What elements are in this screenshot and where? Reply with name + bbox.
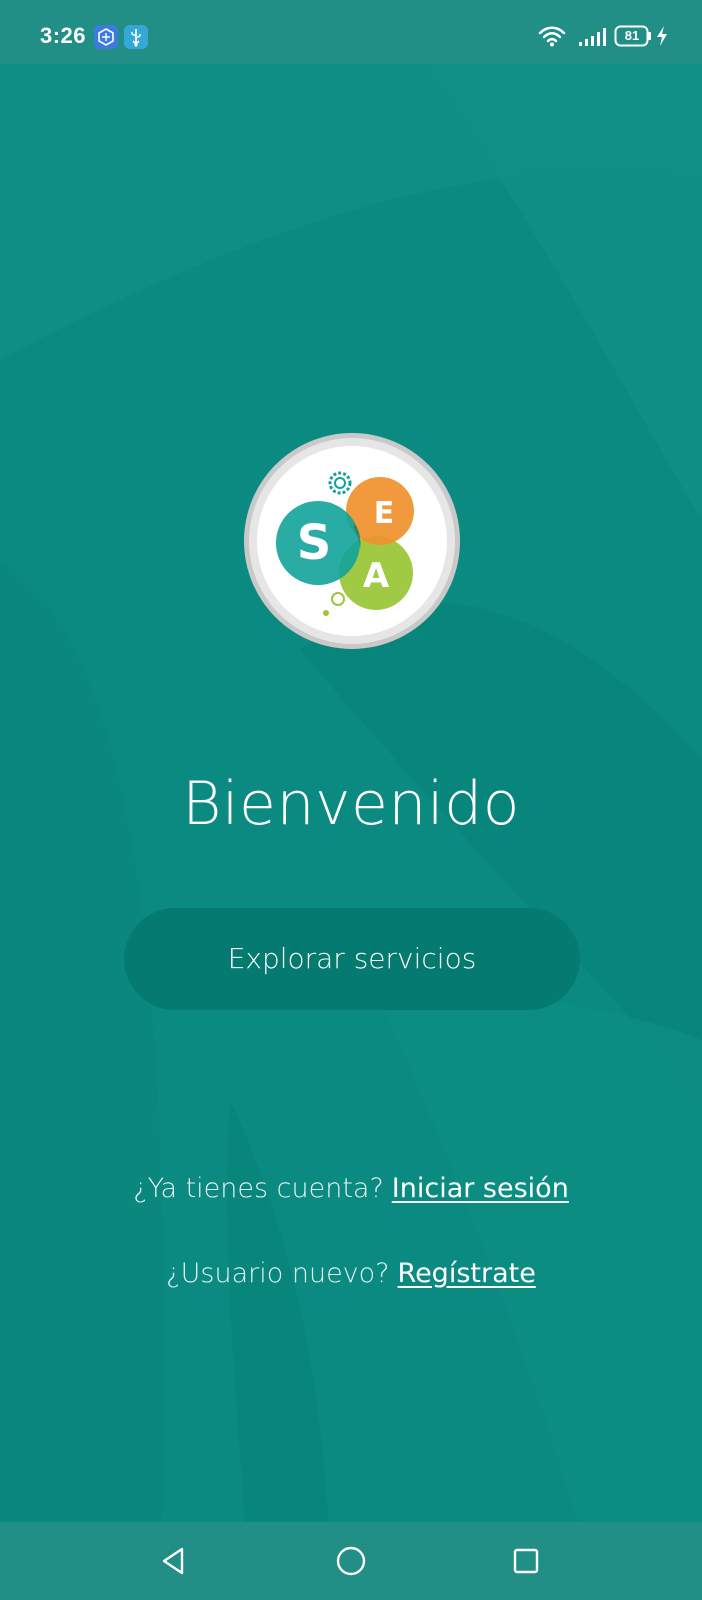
welcome-screen: 3:26 81 S E A Bienvenido Explorar servic… <box>0 0 702 1600</box>
login-prompt-row: ¿Ya tienes cuenta? Iniciar sesión <box>0 1170 702 1208</box>
explore-services-button[interactable]: Explorar servicios <box>124 908 580 1010</box>
recent-apps-icon[interactable] <box>506 1541 546 1581</box>
welcome-title: Bienvenido <box>182 769 520 839</box>
register-prompt-row: ¿Usuario nuevo? Regístrate <box>0 1255 702 1293</box>
register-link[interactable]: Regístrate <box>398 1258 536 1289</box>
battery-level: 81 <box>624 28 640 43</box>
cellular-signal-icon <box>579 28 606 46</box>
charging-bolt-icon <box>657 26 667 46</box>
vpn-shield-icon <box>94 25 118 49</box>
status-time: 3:26 <box>40 23 87 48</box>
login-prompt-text: ¿Ya tienes cuenta? <box>133 1173 384 1204</box>
register-prompt-text: ¿Usuario nuevo? <box>166 1258 390 1289</box>
wifi-icon <box>538 26 566 47</box>
home-icon[interactable] <box>331 1541 371 1581</box>
system-nav-bar <box>0 1522 702 1600</box>
logo-letter-s: S <box>297 515 332 571</box>
logo-letter-e: E <box>374 496 395 531</box>
status-bar: 3:26 81 <box>0 0 702 64</box>
back-icon[interactable] <box>154 1541 194 1581</box>
sea-logo: S E A <box>242 431 462 651</box>
logo-letter-a: A <box>363 556 390 596</box>
login-link[interactable]: Iniciar sesión <box>392 1173 569 1204</box>
usb-icon <box>124 25 148 49</box>
